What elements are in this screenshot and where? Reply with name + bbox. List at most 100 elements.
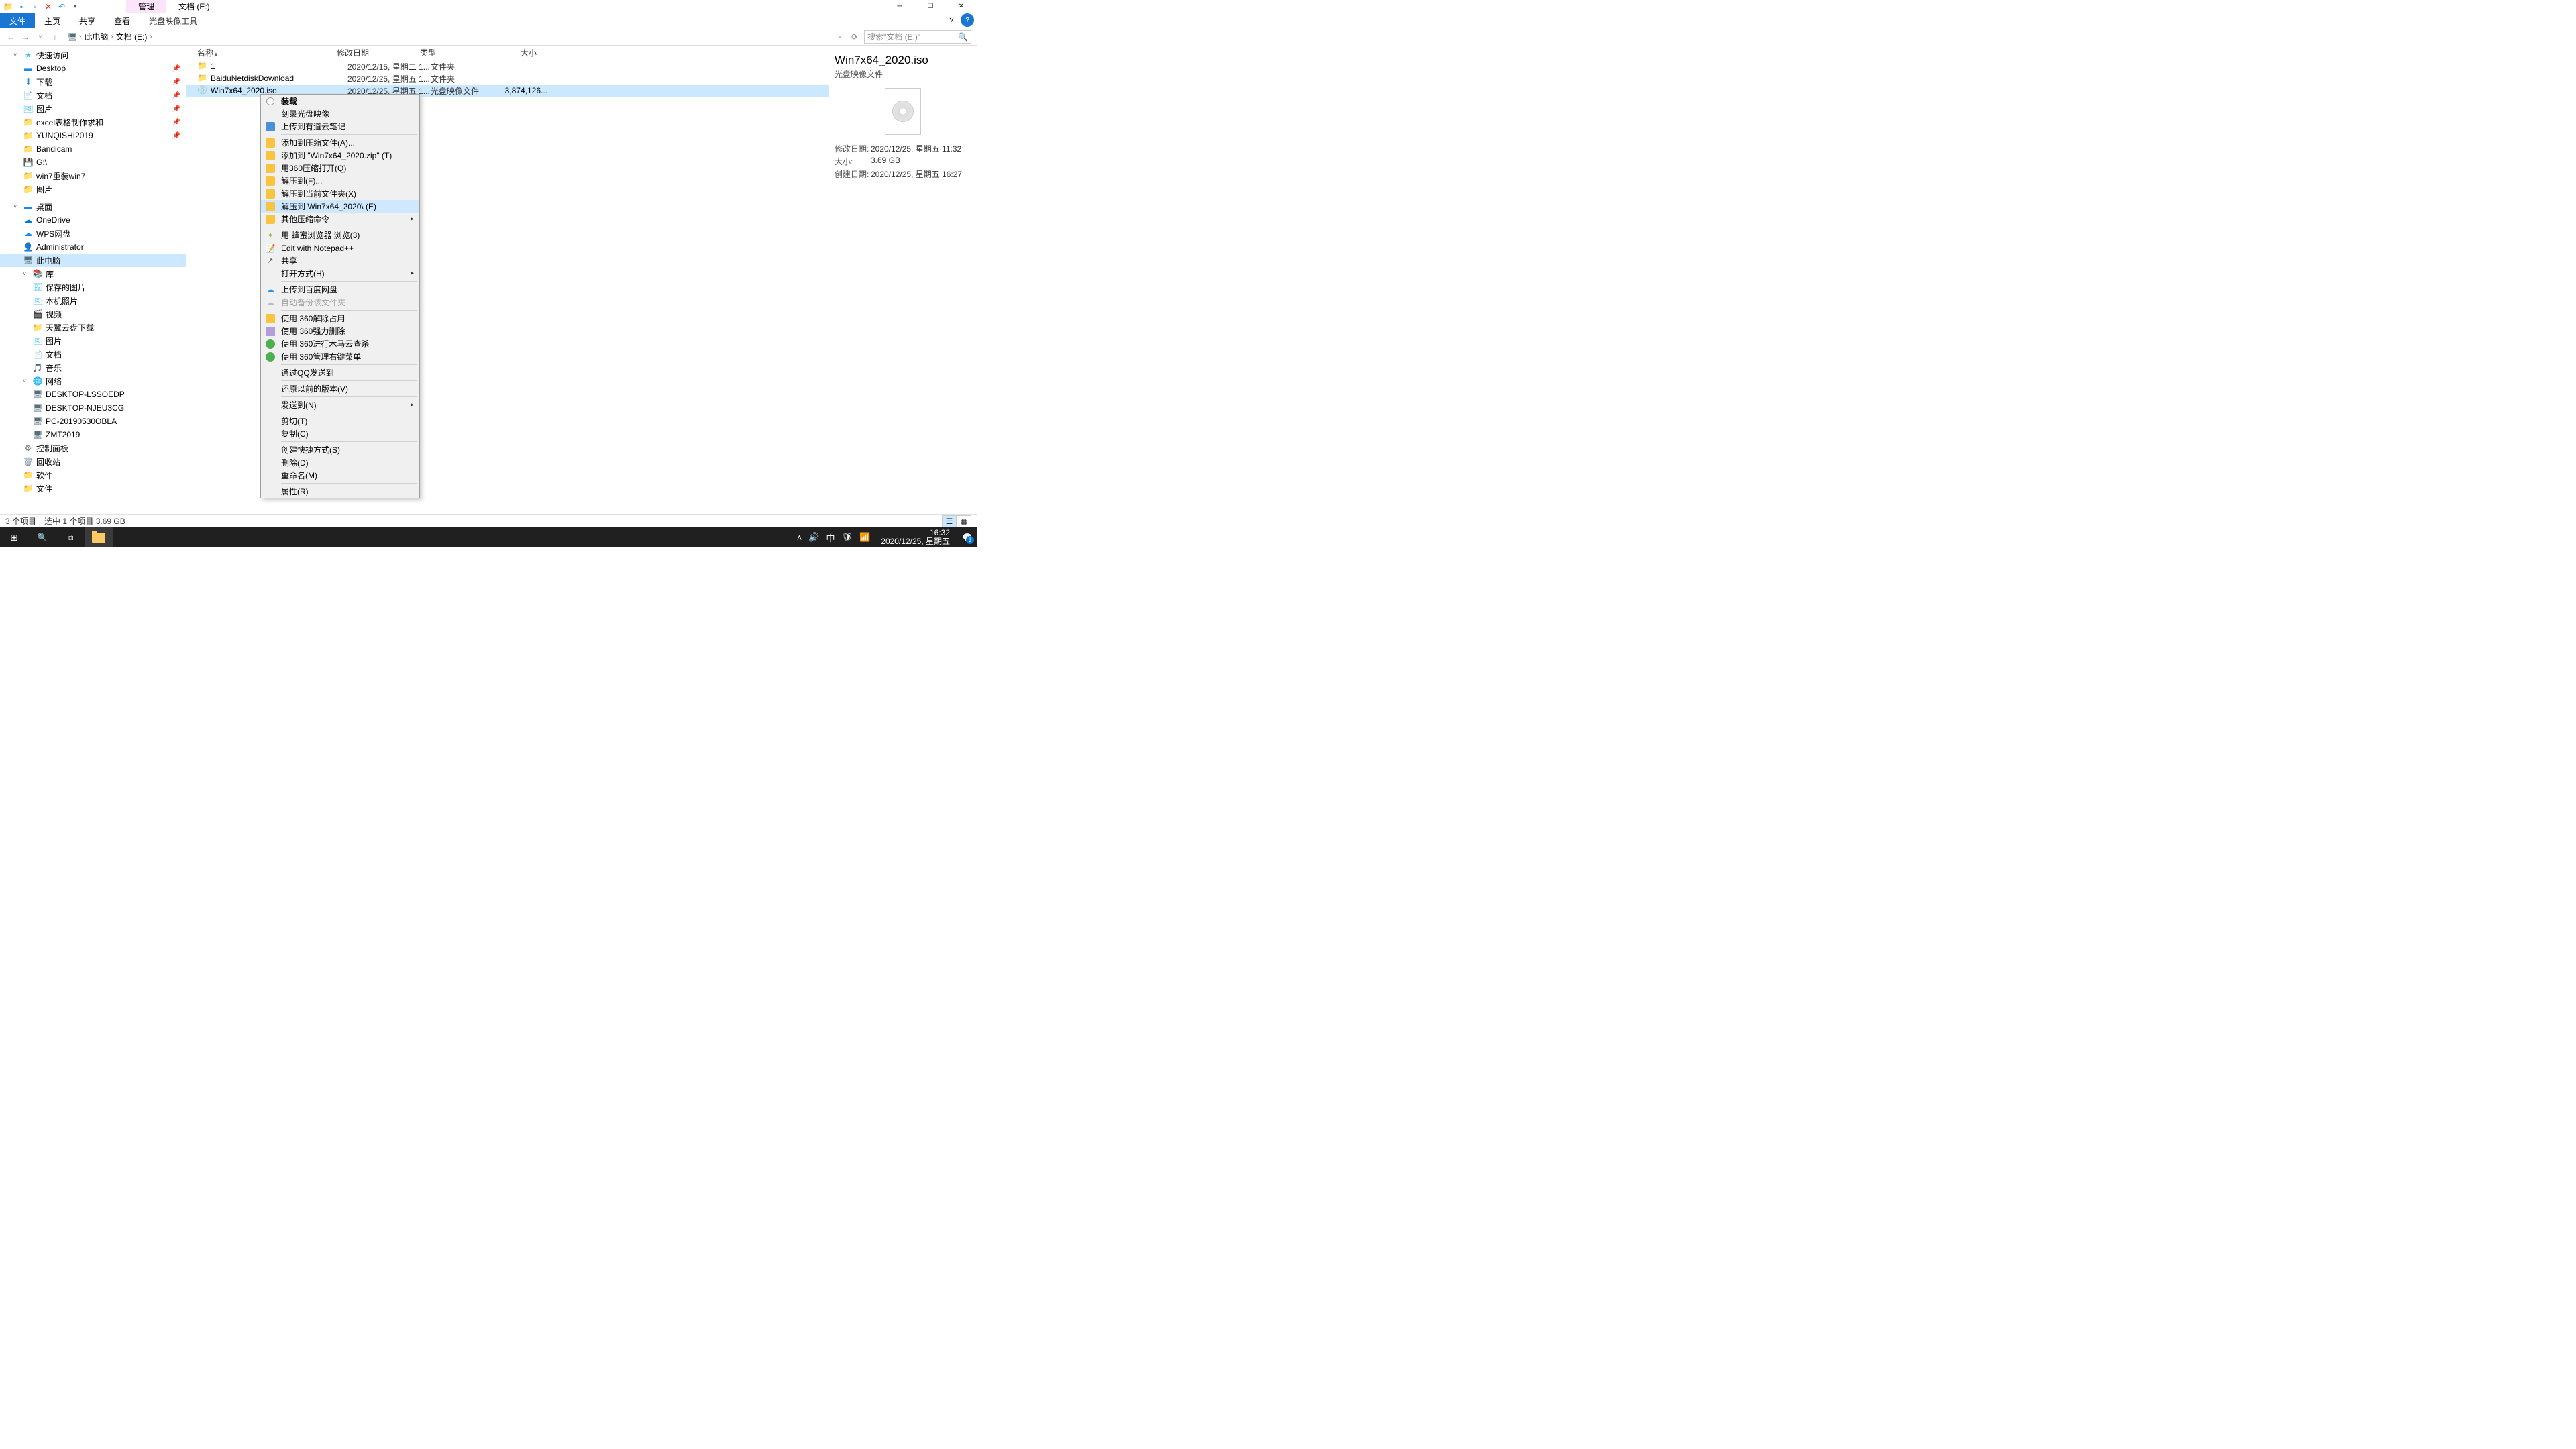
menu-unlock-360[interactable]: 使用 360解除占用 [261,312,419,325]
tree-net-zmt[interactable]: 🖥ZMT2019 [0,428,186,441]
tree-excel[interactable]: 📁excel表格制作求和📌 [0,115,186,129]
tree-bandicam[interactable]: 📁Bandicam [0,142,186,156]
chevron-right-icon[interactable]: › [111,33,113,40]
volume-icon[interactable]: 🔊 [808,532,819,543]
undo-icon[interactable]: ↶ [56,1,67,12]
properties-icon[interactable]: ▪ [16,1,27,12]
menu-send-to[interactable]: 发送到(N)▸ [261,398,419,411]
tree-onedrive[interactable]: ☁OneDrive [0,213,186,227]
tree-net-lsso[interactable]: 🖥DESKTOP-LSSOEDP [0,388,186,401]
tree-libraries[interactable]: ˅📚库 [0,267,186,280]
tree-videos[interactable]: 🎬视频 [0,307,186,321]
tree-win7[interactable]: 📁win7重装win7 [0,169,186,182]
column-date[interactable]: 修改日期 [337,47,420,58]
start-button[interactable]: ⊞ [0,527,28,547]
action-center-button[interactable]: 💬 3 [961,531,974,544]
breadcrumb-pc[interactable]: 此电脑 [83,30,109,43]
breadcrumb-drive[interactable]: 文档 (E:) [115,30,149,43]
tree-downloads[interactable]: ⬇下载📌 [0,75,186,89]
task-view-button[interactable]: ⧉ [56,527,85,547]
menu-bee-browser[interactable]: ✦用 蜂蜜浏览器 浏览(3) [261,229,419,241]
close-button[interactable]: ✕ [946,0,977,13]
menu-other-zip[interactable]: 其他压缩命令▸ [261,213,419,225]
tree-local-photos[interactable]: 🖼本机照片 [0,294,186,307]
breadcrumb[interactable]: 🖥 › 此电脑 › 文档 (E:) › [64,29,830,44]
recent-dropdown[interactable]: ˅ [35,32,46,42]
tree-software[interactable]: 📁软件 [0,468,186,482]
network-icon[interactable]: 📶 [859,532,870,543]
search-input[interactable]: 搜索"文档 (E:)" 🔍 [864,30,971,44]
search-taskbar-button[interactable]: 🔍 [28,527,56,547]
search-icon[interactable]: 🔍 [958,32,968,42]
menu-cut[interactable]: 剪切(T) [261,415,419,427]
delete-red-icon[interactable]: ✕ [43,1,54,12]
tree-recycle[interactable]: 🗑回收站 [0,455,186,468]
new-folder-icon[interactable]: ▫ [30,1,40,12]
tree-thispc[interactable]: 🖥此电脑 [0,254,186,267]
menu-delete[interactable]: 删除(D) [261,456,419,469]
menu-trojan[interactable]: 使用 360进行木马云查杀 [261,337,419,350]
menu-properties[interactable]: 属性(R) [261,485,419,498]
tree-quick-access[interactable]: ˅★快速访问 [0,48,186,62]
ime-indicator[interactable]: 中 [826,531,835,544]
tree-net-njeu[interactable]: 🖥DESKTOP-NJEU3CG [0,401,186,415]
menu-manage-menu[interactable]: 使用 360管理右键菜单 [261,350,419,363]
tree-desktop[interactable]: ▬Desktop📌 [0,62,186,75]
column-name[interactable]: 名称▲ [186,47,337,58]
help-button[interactable]: ? [961,13,974,27]
tree-saved-pics[interactable]: 🖼保存的图片 [0,280,186,294]
tree-tianyi[interactable]: 📁天翼云盘下载 [0,321,186,334]
column-type[interactable]: 类型 [420,47,488,58]
menu-force-del[interactable]: 使用 360强力删除 [261,325,419,337]
menu-share[interactable]: ↗共享 [261,254,419,267]
ribbon-expand-icon[interactable]: ˅ [945,13,958,28]
menu-add-archive[interactable]: 添加到压缩文件(A)... [261,136,419,149]
tree-documents[interactable]: 📄文档📌 [0,89,186,102]
menu-burn[interactable]: 刻录光盘映像 [261,107,419,120]
menu-restore[interactable]: 还原以前的版本(V) [261,382,419,395]
menu-extract-here[interactable]: 解压到当前文件夹(X) [261,187,419,200]
tray-clock[interactable]: 16:32 2020/12/25, 星期五 [877,529,954,546]
back-button[interactable]: ← [5,32,16,42]
tree-files[interactable]: 📁文件 [0,482,186,495]
tree-desktop2[interactable]: ˅▬桌面 [0,200,186,213]
up-button[interactable]: ↑ [50,32,60,42]
explorer-taskbar-button[interactable] [85,527,113,547]
menu-shortcut[interactable]: 创建快捷方式(S) [261,443,419,456]
menu-open-360[interactable]: 用360压缩打开(Q) [261,162,419,174]
menu-add-zip[interactable]: 添加到 "Win7x64_2020.zip" (T) [261,149,419,162]
ribbon-isotools-tab[interactable]: 光盘映像工具 [140,13,207,28]
tree-pictures3[interactable]: 🖼图片 [0,334,186,347]
list-row[interactable]: 📁 1 2020/12/15, 星期二 1... 文件夹 [186,60,829,72]
menu-extract-to[interactable]: 解压到(F)... [261,174,419,187]
ribbon-view-tab[interactable]: 查看 [105,13,140,28]
menu-baidu-upload[interactable]: ☁上传到百度网盘 [261,283,419,296]
forward-button[interactable]: → [20,32,31,42]
menu-qq-send[interactable]: 通过QQ发送到 [261,366,419,379]
refresh-button[interactable]: ⟳ [849,32,860,42]
tree-control-panel[interactable]: ⚙控制面板 [0,441,186,455]
manage-tab[interactable]: 管理 [126,0,166,13]
tree-gdrive[interactable]: 💾G:\ [0,156,186,169]
column-size[interactable]: 大小 [488,47,542,58]
tree-net-pc2019[interactable]: 🖥PC-20190530OBLA [0,415,186,428]
menu-extract-named[interactable]: 解压到 Win7x64_2020\ (E) [261,200,419,213]
menu-youdao[interactable]: 上传到有道云笔记 [261,120,419,133]
menu-open-with[interactable]: 打开方式(H)▸ [261,267,419,280]
maximize-button[interactable]: ☐ [915,0,946,13]
icons-view-button[interactable]: ▦ [957,515,971,527]
minimize-button[interactable]: ─ [884,0,915,13]
menu-rename[interactable]: 重命名(M) [261,469,419,482]
menu-copy[interactable]: 复制(C) [261,427,419,440]
chevron-right-icon[interactable]: › [79,33,81,40]
details-view-button[interactable]: ☰ [942,515,957,527]
address-dropdown-icon[interactable]: ˅ [835,32,845,42]
security-icon[interactable]: 🛡 [842,532,853,543]
menu-mount[interactable]: 装载 [261,95,419,107]
chevron-right-icon[interactable]: › [150,33,152,40]
tree-wps[interactable]: ☁WPS网盘 [0,227,186,240]
ribbon-file-tab[interactable]: 文件 [0,13,35,28]
menu-notepad[interactable]: 📝Edit with Notepad++ [261,241,419,254]
ribbon-home-tab[interactable]: 主页 [35,13,70,28]
tree-pictures[interactable]: 🖼图片📌 [0,102,186,115]
